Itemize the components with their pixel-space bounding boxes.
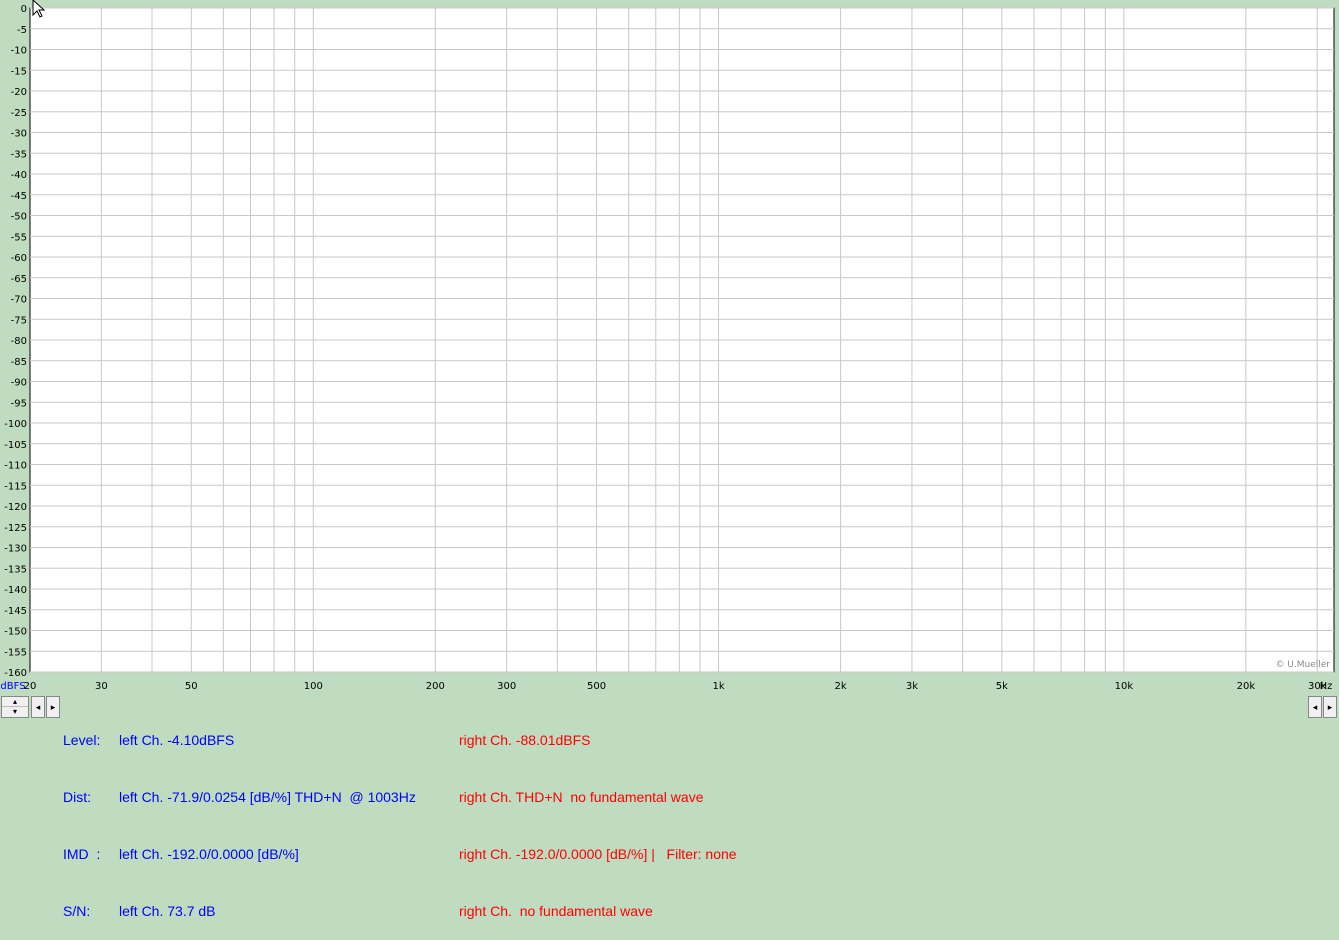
y-tick-label: -160 [4, 668, 27, 679]
imd-left: left Ch. -192.0/0.0000 [dB/%] [119, 846, 299, 862]
dist-right: right Ch. THD+N no fundamental wave [459, 789, 704, 805]
y-axis-ticks: 0 -5 -10 -15 -20 -25 -30 -35 -40 -45 -50 -55 -60 -65 -… [4, 4, 27, 679]
y-tick-label: -125 [4, 523, 27, 534]
y-tick-label: -105 [4, 440, 27, 451]
y-tick-label: -25 [11, 108, 27, 119]
scroll-right-button[interactable]: ▸ [46, 696, 60, 718]
y-tick-label: -65 [11, 274, 27, 285]
y-tick-label: -50 [11, 212, 27, 223]
x-tick-label: 500 [587, 681, 606, 692]
x-tick-label: 5k [996, 681, 1008, 692]
x-axis-ticks: 20 30 50 100 200 300 500 1k 2k 3k 5k 10k 20k 30k [24, 681, 1327, 692]
y-tick-label: -20 [11, 87, 27, 98]
spin-down-icon[interactable]: ▾ [2, 707, 28, 717]
right-channel-values: right Ch. -88.01dBFS right Ch. THD+N no … [459, 693, 737, 940]
y-tick-label: -100 [4, 419, 27, 430]
y-tick-label: -145 [4, 606, 27, 617]
y-tick-label: -40 [11, 170, 27, 181]
dist-label: Dist: [63, 789, 91, 805]
level-right: right Ch. -88.01dBFS [459, 732, 591, 748]
spectrum-chart: 0 -5 -10 -15 -20 -25 -30 -35 -40 -45 -50 -55 -60 -65 -… [0, 0, 1335, 692]
x-tick-label: 3k [906, 681, 918, 692]
y-tick-label: -95 [11, 398, 27, 409]
y-tick-label: -30 [11, 129, 27, 140]
x-tick-label: 50 [185, 681, 198, 692]
dist-left: left Ch. -71.9/0.0254 [dB/%] THD+N @ 100… [119, 789, 416, 805]
y-tick-label: -35 [11, 149, 27, 160]
x-tick-label: 10k [1115, 681, 1134, 692]
sn-left: left Ch. 73.7 dB [119, 903, 216, 919]
y-tick-label: 0 [21, 4, 27, 15]
scroll-left-button[interactable]: ◂ [31, 696, 45, 718]
y-tick-label: -80 [11, 336, 27, 347]
left-channel-values: left Ch. -4.10dBFS left Ch. -71.9/0.0254… [119, 693, 416, 940]
y-tick-label: -155 [4, 647, 27, 658]
y-tick-label: -110 [4, 461, 27, 472]
info-labels: Level: Dist: IMD : S/N: [63, 693, 100, 940]
level-label: Level: [63, 732, 101, 748]
y-tick-label: -5 [17, 25, 27, 36]
y-tick-label: -150 [4, 627, 27, 638]
sn-right: right Ch. no fundamental wave [459, 903, 653, 919]
spin-up-icon[interactable]: ▴ [2, 697, 28, 707]
sn-label: S/N: [63, 903, 91, 919]
y-tick-label: -15 [11, 66, 27, 77]
y-tick-label: -85 [11, 357, 27, 368]
x-tick-label: 1k [712, 681, 724, 692]
x-tick-label: 200 [426, 681, 445, 692]
imd-label: IMD : [63, 846, 101, 862]
imd-right: right Ch. -192.0/0.0000 [dB/%] | Filter:… [459, 846, 737, 862]
x-tick-label: 100 [304, 681, 323, 692]
y-tick-label: -75 [11, 315, 27, 326]
y-tick-label: -135 [4, 564, 27, 575]
y-tick-label: -90 [11, 378, 27, 389]
scroll-right-button-right[interactable]: ▸ [1323, 696, 1337, 718]
x-tick-label: 30 [95, 681, 108, 692]
y-tick-label: -45 [11, 191, 27, 202]
x-axis-unit: Hz [1320, 681, 1333, 692]
x-tick-label: 300 [497, 681, 516, 692]
y-tick-label: -70 [11, 295, 27, 306]
y-tick-label: -55 [11, 232, 27, 243]
level-left: left Ch. -4.10dBFS [119, 732, 235, 748]
scroll-left-button-right[interactable]: ◂ [1308, 696, 1322, 718]
y-tick-label: -60 [11, 253, 27, 264]
y-tick-label: -115 [4, 481, 27, 492]
y-tick-label: -130 [4, 544, 27, 555]
y-axis-unit: dBFS [0, 681, 25, 692]
x-tick-label: 2k [834, 681, 846, 692]
x-tick-label: 20k [1237, 681, 1256, 692]
zoom-spinner[interactable]: ▴ ▾ [1, 696, 29, 718]
y-tick-label: -120 [4, 502, 27, 513]
y-tick-label: -10 [11, 46, 27, 57]
y-tick-label: -140 [4, 585, 27, 596]
watermark: © U.Mueller [1275, 660, 1330, 670]
